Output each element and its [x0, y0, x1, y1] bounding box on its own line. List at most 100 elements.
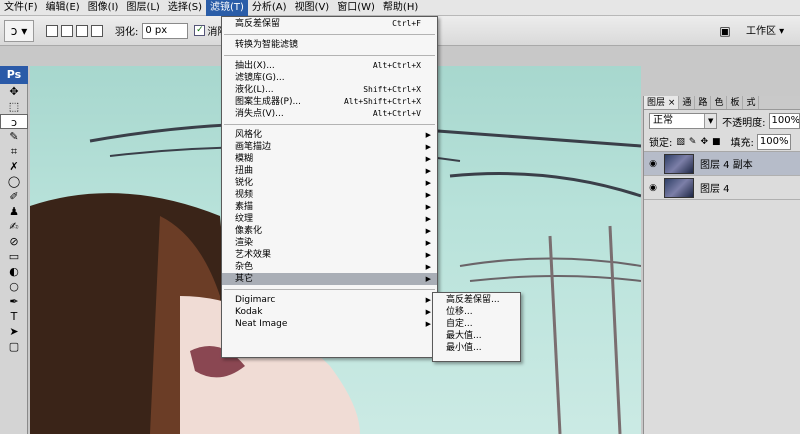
menu-item-pixelate[interactable]: 像素化 ▶ [222, 225, 437, 237]
menu-item-noise[interactable]: 杂色 ▶ [222, 261, 437, 273]
menu-view[interactable]: 视图(V) [291, 0, 334, 16]
subtract-selection-icon[interactable] [76, 24, 88, 37]
menu-item-blur[interactable]: 模糊 ▶ [222, 153, 437, 165]
menu-item-neat-image[interactable]: Neat Image ▶ [222, 318, 437, 330]
fill-input[interactable]: 100% [756, 133, 791, 150]
chevron-right-icon: ▶ [425, 167, 431, 175]
lock-row: 锁定: ▧ ✎ ✥ ■ 填充: 100% [644, 132, 800, 152]
menu-item-vanishing-point[interactable]: 消失点(V)... Alt+Ctrl+V [222, 108, 437, 120]
history-brush-tool-icon[interactable]: ✍ [0, 219, 28, 234]
menu-item-render[interactable]: 渲染 ▶ [222, 237, 437, 249]
healing-tool-icon[interactable]: ◯ [0, 174, 28, 189]
menu-edit[interactable]: 编辑(E) [42, 0, 84, 16]
menu-item-distort[interactable]: 扭曲 ▶ [222, 165, 437, 177]
menu-file[interactable]: 文件(F) [0, 0, 42, 16]
chevron-right-icon: ▶ [425, 308, 431, 316]
menu-item-minimum[interactable]: 最小值... [433, 342, 520, 354]
menu-item-sharpen[interactable]: 锐化 ▶ [222, 177, 437, 189]
menu-window[interactable]: 窗口(W) [333, 0, 379, 16]
menu-item-video[interactable]: 视频 ▶ [222, 189, 437, 201]
menu-item-filter-gallery[interactable]: 滤镜库(G)... [222, 72, 437, 84]
lock-pixels-icon[interactable]: ✎ [689, 137, 697, 147]
eraser-tool-icon[interactable]: ⊘ [0, 234, 28, 249]
type-tool-icon[interactable]: T [0, 309, 28, 324]
eyedropper-tool-icon[interactable]: ✗ [0, 159, 28, 174]
blend-mode-select[interactable]: 正常 ▼ [649, 113, 718, 129]
clone-stamp-tool-icon[interactable]: ♟ [0, 204, 28, 219]
marquee-tool-icon[interactable]: ⬚ [0, 99, 28, 114]
eye-icon[interactable]: ◉ [644, 183, 662, 193]
eye-icon[interactable]: ◉ [644, 159, 662, 169]
tab-color[interactable]: 色 [711, 96, 728, 109]
crop-tool-icon[interactable]: ⌗ [0, 144, 28, 159]
pen-tool-icon[interactable]: ✒ [0, 294, 28, 309]
bridge-icon[interactable]: ▣ [714, 21, 736, 41]
chevron-right-icon: ▶ [425, 155, 431, 163]
menu-item-sketch[interactable]: 素描 ▶ [222, 201, 437, 213]
menu-image[interactable]: 图像(I) [84, 0, 123, 16]
menu-item-high-pass[interactable]: 高反差保留... [433, 294, 520, 306]
shape-tool-icon[interactable]: ▢ [0, 339, 28, 354]
layer-row[interactable]: ◉ 图层 4 副本 [644, 152, 800, 176]
chevron-right-icon: ▶ [425, 239, 431, 247]
menu-item-kodak[interactable]: Kodak ▶ [222, 306, 437, 318]
menu-item-artistic[interactable]: 艺术效果 ▶ [222, 249, 437, 261]
chevron-right-icon: ▶ [425, 296, 431, 304]
workspace-button[interactable]: 工作区 ▾ [746, 22, 784, 37]
gradient-tool-icon[interactable]: ▭ [0, 249, 28, 264]
lock-all-icon[interactable]: ■ [712, 137, 721, 147]
menu-filter[interactable]: 滤镜(T) [205, 0, 248, 16]
menu-item-texture[interactable]: 纹理 ▶ [222, 213, 437, 225]
chevron-right-icon: ▶ [425, 191, 431, 199]
blur-tool-icon[interactable]: ◐ [0, 264, 28, 279]
chevron-right-icon: ▶ [425, 179, 431, 187]
menu-bar: 文件(F) 编辑(E) 图像(I) 图层(L) 选择(S) 滤镜(T) 分析(A… [0, 0, 800, 16]
menu-item-extract[interactable]: 抽出(X)... Alt+Ctrl+X [222, 60, 437, 72]
lasso-tool-icon[interactable]: ↄ [0, 114, 28, 129]
menu-item-last-filter[interactable]: 高反差保留 Ctrl+F [222, 18, 437, 30]
layer-name: 图层 4 [700, 184, 730, 195]
tab-swatches[interactable]: 板 [727, 96, 744, 109]
tab-paths[interactable]: 路 [695, 96, 712, 109]
add-selection-icon[interactable] [61, 24, 73, 37]
tab-layers[interactable]: 图层 × [644, 96, 680, 109]
tab-styles[interactable]: 式 [743, 96, 760, 109]
path-select-tool-icon[interactable]: ➤ [0, 324, 28, 339]
menu-item-maximum[interactable]: 最大值... [433, 330, 520, 342]
layer-thumbnail [664, 153, 694, 174]
menu-item-digimarc[interactable]: Digimarc ▶ [222, 294, 437, 306]
menu-item-custom[interactable]: 自定... [433, 318, 520, 330]
quick-select-tool-icon[interactable]: ✎ [0, 129, 28, 144]
menu-item-smart-filter[interactable]: 转换为智能滤镜 [222, 39, 437, 51]
menu-select[interactable]: 选择(S) [164, 0, 206, 16]
layers-panel: 图层 × 通 路 色 板 式 正常 ▼ 不透明度: 100% 锁定: ▧ ✎ ✥ … [643, 96, 800, 434]
brush-tool-icon[interactable]: ✐ [0, 189, 28, 204]
layer-row[interactable]: ◉ 图层 4 [644, 176, 800, 200]
menu-item-offset[interactable]: 位移... [433, 306, 520, 318]
panel-tabs: 图层 × 通 路 色 板 式 [644, 96, 800, 110]
menu-item-liquify[interactable]: 液化(L)... Shift+Ctrl+X [222, 84, 437, 96]
menu-item-stylize[interactable]: 风格化 ▶ [222, 129, 437, 141]
menu-item-brush-strokes[interactable]: 画笔描边 ▶ [222, 141, 437, 153]
feather-input[interactable] [142, 22, 189, 39]
dodge-tool-icon[interactable]: ○ [0, 279, 28, 294]
menu-layer[interactable]: 图层(L) [122, 0, 163, 16]
tool-preset-picker[interactable]: ↄ ▾ [4, 19, 34, 42]
tab-channels[interactable]: 通 [679, 96, 696, 109]
lock-label: 锁定: [649, 138, 673, 149]
menu-item-pattern-maker[interactable]: 图案生成器(P)... Alt+Shift+Ctrl+X [222, 96, 437, 108]
layer-name: 图层 4 副本 [700, 160, 753, 171]
new-selection-icon[interactable] [46, 24, 58, 37]
lock-position-icon[interactable]: ✥ [700, 137, 708, 147]
other-submenu: 高反差保留... 位移... 自定... 最大值... 最小值... [432, 292, 521, 362]
antialias-checkbox[interactable]: ✓ [194, 25, 206, 36]
menu-analysis[interactable]: 分析(A) [248, 0, 291, 16]
menu-help[interactable]: 帮助(H) [379, 0, 422, 16]
fill-label: 填充: [730, 138, 754, 149]
move-tool-icon[interactable]: ✥ [0, 84, 28, 99]
lock-transparent-icon[interactable]: ▧ [676, 137, 685, 147]
opacity-label: 不透明度: [722, 117, 766, 129]
opacity-input[interactable]: 100% [768, 113, 800, 129]
menu-item-other[interactable]: 其它 ▶ [222, 273, 437, 285]
intersect-selection-icon[interactable] [91, 24, 103, 37]
